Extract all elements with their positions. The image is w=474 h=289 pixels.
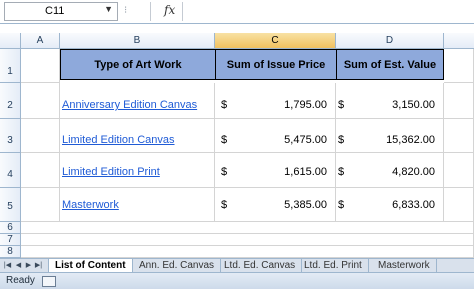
- issue-price-value: 5,475.00: [284, 134, 327, 146]
- column-header-a[interactable]: A: [21, 33, 60, 49]
- est-value-value: 3,150.00: [392, 99, 435, 111]
- currency-symbol: $: [338, 99, 345, 111]
- table-row[interactable]: Limited Edition Print: [60, 153, 215, 188]
- table-header-est-value[interactable]: Sum of Est. Value: [336, 49, 444, 80]
- row-header-3[interactable]: 3: [0, 119, 21, 153]
- header-label: Sum of Issue Price: [226, 58, 326, 71]
- issue-price-value: 1,795.00: [284, 99, 327, 111]
- chevron-down-icon[interactable]: ▼: [104, 4, 113, 14]
- next-sheet-icon[interactable]: ▶: [24, 261, 33, 271]
- art-work-link[interactable]: Anniversary Edition Canvas: [62, 99, 197, 111]
- column-header-d[interactable]: D: [336, 33, 444, 49]
- art-work-link[interactable]: Limited Edition Canvas: [62, 134, 175, 146]
- cell-e4[interactable]: [444, 153, 474, 188]
- currency-symbol: $: [221, 166, 228, 178]
- est-value-cell[interactable]: $ 4,820.00: [336, 153, 444, 188]
- row-header-1[interactable]: 1: [0, 49, 21, 83]
- cell-a1[interactable]: [21, 49, 60, 83]
- currency-symbol: $: [221, 199, 228, 211]
- header-label: Type of Art Work: [94, 58, 182, 71]
- formula-divider: [150, 2, 151, 21]
- row-7-cells[interactable]: [21, 234, 474, 246]
- row-header-2[interactable]: 2: [0, 83, 21, 119]
- header-label: Sum of Est. Value: [343, 58, 437, 71]
- currency-symbol: $: [221, 99, 228, 111]
- last-sheet-icon[interactable]: ▶|: [34, 261, 43, 271]
- prev-sheet-icon[interactable]: ◀: [14, 261, 23, 271]
- art-work-link[interactable]: Limited Edition Print: [62, 166, 160, 178]
- row-6-cells[interactable]: [21, 222, 474, 234]
- first-sheet-icon[interactable]: |◀: [3, 261, 12, 271]
- table-header-type[interactable]: Type of Art Work: [60, 49, 216, 80]
- cell-e5[interactable]: [444, 188, 474, 222]
- formula-bar: C11 ▼ ⁝ fx: [0, 0, 474, 24]
- cell-e1[interactable]: [444, 49, 474, 83]
- est-value-cell[interactable]: $ 6,833.00: [336, 188, 444, 222]
- currency-symbol: $: [338, 199, 345, 211]
- est-value-value: 6,833.00: [392, 199, 435, 211]
- macro-record-icon[interactable]: [42, 276, 56, 287]
- cell-a5[interactable]: [21, 188, 60, 222]
- sheet-tab-bar: |◀ ◀ ▶ ▶| List of Content Ann. Ed. Canva…: [0, 258, 474, 273]
- issue-price-cell[interactable]: $ 5,385.00: [215, 188, 336, 222]
- select-all-corner[interactable]: [0, 33, 21, 49]
- table-row[interactable]: Limited Edition Canvas: [60, 119, 215, 153]
- issue-price-cell[interactable]: $ 1,795.00: [215, 83, 336, 119]
- cell-a3[interactable]: [21, 119, 60, 153]
- issue-price-cell[interactable]: $ 5,475.00: [215, 119, 336, 153]
- cell-a4[interactable]: [21, 153, 60, 188]
- est-value-cell[interactable]: $ 3,150.00: [336, 83, 444, 119]
- status-bar: Ready: [0, 272, 474, 289]
- issue-price-value: 1,615.00: [284, 166, 327, 178]
- row-header-8[interactable]: 8: [0, 246, 21, 258]
- insert-function-icon[interactable]: fx: [164, 3, 175, 17]
- cell-e2[interactable]: [444, 83, 474, 119]
- cell-a2[interactable]: [21, 83, 60, 119]
- cell-e3[interactable]: [444, 119, 474, 153]
- tab-ltd-ed-print[interactable]: Ltd. Ed. Print: [298, 259, 369, 272]
- column-header-c[interactable]: C: [215, 33, 336, 49]
- tab-ltd-ed-canvas[interactable]: Ltd. Ed. Canvas: [218, 259, 303, 272]
- column-header-e[interactable]: [444, 33, 474, 49]
- grip-icon: ⁝: [124, 5, 128, 16]
- row-header-5[interactable]: 5: [0, 188, 21, 222]
- row-8-cells[interactable]: [21, 246, 474, 258]
- est-value-cell[interactable]: $ 15,362.00: [336, 119, 444, 153]
- issue-price-cell[interactable]: $ 1,615.00: [215, 153, 336, 188]
- art-work-link[interactable]: Masterwork: [62, 199, 119, 211]
- row-header-6[interactable]: 6: [0, 222, 21, 234]
- row-header-7[interactable]: 7: [0, 234, 21, 246]
- formula-input[interactable]: [182, 2, 474, 21]
- status-ready: Ready: [6, 275, 35, 286]
- tab-list-of-content[interactable]: List of Content: [48, 259, 133, 272]
- currency-symbol: $: [221, 134, 228, 146]
- name-box-value: C11: [45, 5, 65, 17]
- est-value-value: 15,362.00: [386, 134, 435, 146]
- table-row[interactable]: Anniversary Edition Canvas: [60, 83, 215, 119]
- est-value-value: 4,820.00: [392, 166, 435, 178]
- table-header-issue-price[interactable]: Sum of Issue Price: [215, 49, 337, 80]
- name-box[interactable]: C11 ▼: [4, 2, 118, 21]
- issue-price-value: 5,385.00: [284, 199, 327, 211]
- tab-ann-ed-canvas[interactable]: Ann. Ed. Canvas: [133, 259, 222, 272]
- currency-symbol: $: [338, 166, 345, 178]
- row-header-4[interactable]: 4: [0, 153, 21, 188]
- column-header-b[interactable]: B: [60, 33, 215, 49]
- currency-symbol: $: [338, 134, 345, 146]
- tab-masterwork[interactable]: Masterwork: [372, 259, 437, 272]
- table-row[interactable]: Masterwork: [60, 188, 215, 222]
